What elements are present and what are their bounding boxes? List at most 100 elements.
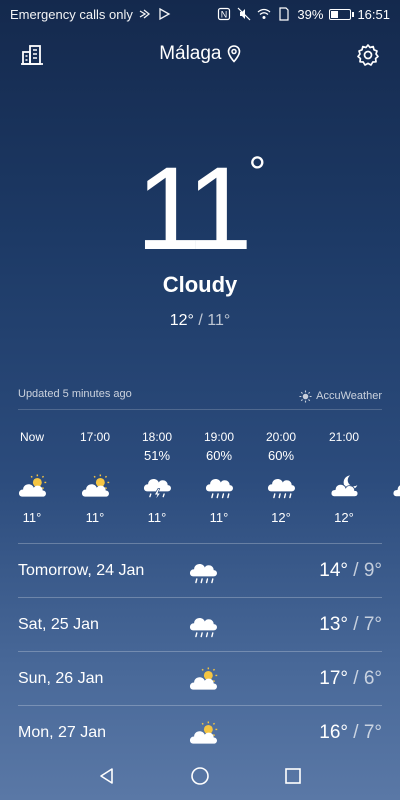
- day-range: 14° / 9°: [319, 560, 382, 582]
- day-separator: /: [347, 559, 364, 581]
- daily-forecast[interactable]: Tomorrow, 24 Jan 14° / 9° Sat, 25 Jan 13° /…: [18, 543, 382, 759]
- svg-text:N: N: [221, 10, 228, 20]
- status-bar: Emergency calls only N 39% 16:51: [0, 0, 400, 28]
- hour-precip: [75, 448, 115, 468]
- accuweather-sun-icon: [299, 389, 312, 403]
- hour-time: 17:00: [79, 430, 111, 444]
- hour-time: Now: [19, 430, 44, 444]
- day-icon-wrap: [183, 609, 223, 641]
- day-range: 16° / 7°: [319, 722, 382, 744]
- carrier-text: Emergency calls only: [10, 6, 133, 22]
- hour-icon-wrap: [137, 468, 177, 504]
- hour-icon-wrap: [75, 468, 115, 504]
- day-icon-wrap: [183, 555, 223, 587]
- day-low: 7°: [363, 613, 382, 635]
- day-icon-wrap: [183, 717, 223, 749]
- nfc-icon: N: [218, 7, 231, 21]
- hour-precip: [12, 448, 52, 468]
- temperature-value: 11: [135, 143, 252, 275]
- partly-cloudy-night-icon: [392, 484, 400, 498]
- updated-text: Updated 5 minutes ago: [18, 388, 132, 400]
- day-separator: /: [347, 721, 364, 743]
- today-high: 12°: [169, 312, 194, 329]
- sim-icon: [279, 7, 290, 21]
- hourly-item: 21:00 12°: [324, 430, 364, 525]
- hour-time: 18:00: [141, 430, 173, 444]
- today-low: 11°: [207, 312, 231, 329]
- signal-icon: [139, 9, 150, 19]
- day-high: 17°: [319, 667, 348, 689]
- day-high: 14°: [319, 559, 348, 581]
- hour-icon-wrap: [261, 468, 301, 504]
- hour-time: 22: [386, 430, 400, 448]
- day-icon-wrap: [183, 663, 223, 695]
- app-header: Málaga: [0, 40, 400, 70]
- wifi-icon: [258, 8, 271, 19]
- day-range: 17° / 6°: [319, 668, 382, 690]
- hour-temp: 11°: [85, 510, 105, 525]
- rain-icon: [267, 478, 295, 499]
- settings-button[interactable]: [353, 40, 383, 70]
- day-high: 16°: [319, 721, 348, 743]
- current-condition: Cloudy: [162, 272, 238, 297]
- hour-temp: 11°: [22, 510, 42, 525]
- day-high: 13°: [319, 613, 348, 635]
- day-range: 13° / 7°: [319, 614, 382, 636]
- thunderstorm-icon: [143, 478, 171, 501]
- hourly-item: 17:00 11°: [75, 430, 115, 525]
- city-title[interactable]: Málaga: [0, 43, 400, 65]
- hour-temp: 11°: [147, 510, 167, 525]
- daily-row[interactable]: Mon, 27 Jan 16° / 7°: [18, 705, 382, 759]
- hour-temp: 12°: [334, 510, 354, 525]
- hourly-item: 18:00 51% 11°: [137, 430, 177, 525]
- update-info-row: Updated 5 minutes ago AccuWeather: [18, 388, 382, 410]
- battery-percent: 39%: [297, 6, 324, 22]
- day-label: Sun, 26 Jan: [18, 669, 104, 687]
- high-low-separator: /: [193, 312, 208, 329]
- hourly-item: 19:00 60% 11°: [199, 430, 239, 525]
- hourly-forecast[interactable]: Now 11° 17:00 11° 18:00 51% 11° 19:00 60% 11° 20:0…: [0, 430, 400, 530]
- rain-icon: [205, 478, 233, 499]
- hour-icon-wrap: [324, 468, 364, 504]
- day-low: 7°: [363, 721, 382, 743]
- hour-icon-wrap: [386, 468, 400, 504]
- hour-precip: [324, 448, 364, 468]
- hour-time: 19:00: [203, 430, 235, 444]
- rain-icon: [189, 617, 217, 637]
- recents-icon[interactable]: [283, 766, 303, 786]
- clock: 16:51: [357, 6, 390, 22]
- rain-icon: [189, 563, 217, 583]
- hour-time: 21:00: [328, 430, 360, 444]
- play-store-icon: [159, 7, 171, 21]
- day-separator: /: [347, 667, 364, 689]
- mute-icon: [237, 7, 251, 21]
- hour-time: 20:00: [265, 430, 297, 444]
- day-label: Sat, 25 Jan: [18, 615, 99, 633]
- hour-precip: 51%: [143, 448, 171, 463]
- partly-cloudy-night-icon: [330, 475, 359, 498]
- partly-sunny-icon: [189, 666, 218, 690]
- gear-icon: [357, 44, 379, 66]
- back-icon[interactable]: [97, 766, 117, 786]
- day-label: Mon, 27 Jan: [18, 723, 107, 741]
- location-pin-icon: [227, 45, 241, 63]
- day-label: Tomorrow, 24 Jan: [18, 561, 145, 579]
- home-icon[interactable]: [190, 766, 210, 786]
- hour-icon-wrap: [199, 468, 239, 504]
- battery-icon: [329, 8, 355, 20]
- hour-temp: 11°: [209, 510, 229, 525]
- daily-row[interactable]: Sun, 26 Jan 17° / 6°: [18, 651, 382, 705]
- hourly-item: Now 11°: [12, 430, 52, 525]
- daily-row[interactable]: Tomorrow, 24 Jan 14° / 9°: [18, 543, 382, 597]
- daily-row[interactable]: Sat, 25 Jan 13° / 7°: [18, 597, 382, 651]
- provider-link[interactable]: AccuWeather: [299, 388, 382, 404]
- hour-temp: 12°: [271, 510, 291, 525]
- partly-sunny-icon: [189, 720, 218, 744]
- hourly-item: 20:00 60% 12°: [261, 430, 301, 525]
- hour-icon-wrap: [12, 468, 52, 504]
- partly-sunny-icon: [18, 474, 47, 497]
- day-low: 9°: [363, 559, 382, 581]
- partly-sunny-icon: [81, 474, 110, 497]
- navigation-bar: [0, 752, 400, 800]
- degree-symbol: °: [248, 148, 267, 197]
